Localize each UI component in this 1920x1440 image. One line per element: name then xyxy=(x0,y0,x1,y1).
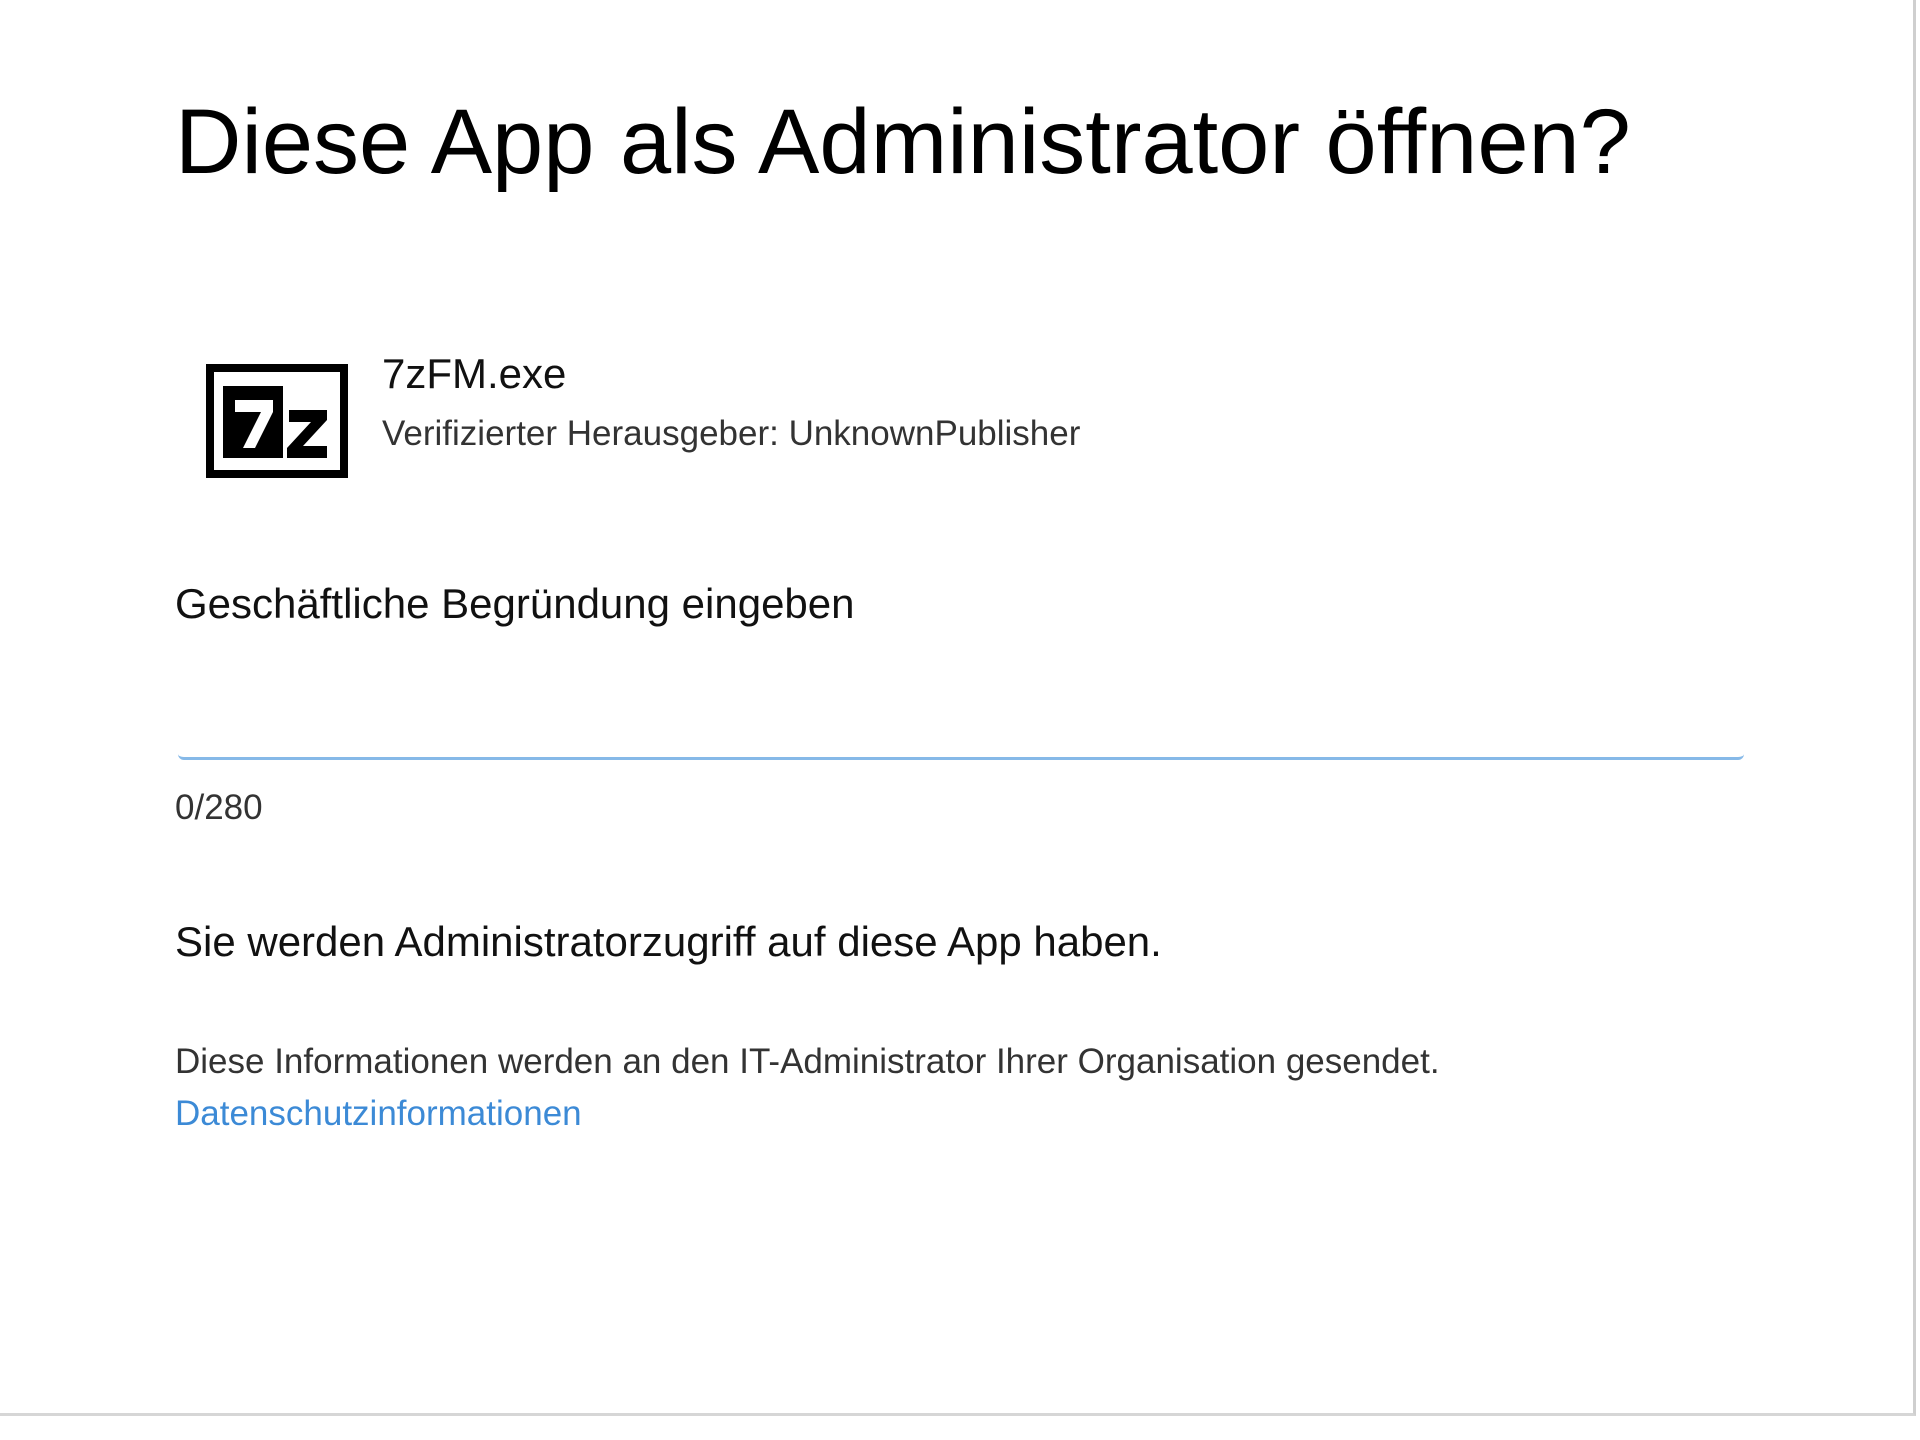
elevation-dialog: Diese App als Administrator öffnen? 7zFM… xyxy=(0,0,1916,1416)
character-counter: 0/280 xyxy=(175,788,263,827)
app-publisher: Verifizierter Herausgeber: UnknownPublis… xyxy=(382,414,1081,453)
app-info: 7zFM.exe Verifizierter Herausgeber: Unkn… xyxy=(206,350,1506,480)
info-text: Diese Informationen werden an den IT-Adm… xyxy=(175,1042,1440,1081)
7zip-app-icon xyxy=(206,364,348,478)
access-note: Sie werden Administratorzugriff auf dies… xyxy=(175,918,1162,965)
reason-label: Geschäftliche Begründung eingeben xyxy=(175,580,855,627)
privacy-link[interactable]: Datenschutzinformationen xyxy=(175,1094,582,1134)
app-name: 7zFM.exe xyxy=(382,350,567,397)
reason-input[interactable] xyxy=(178,680,1744,760)
dialog-title: Diese App als Administrator öffnen? xyxy=(175,91,1631,193)
7zip-logo-glyph xyxy=(223,386,327,458)
